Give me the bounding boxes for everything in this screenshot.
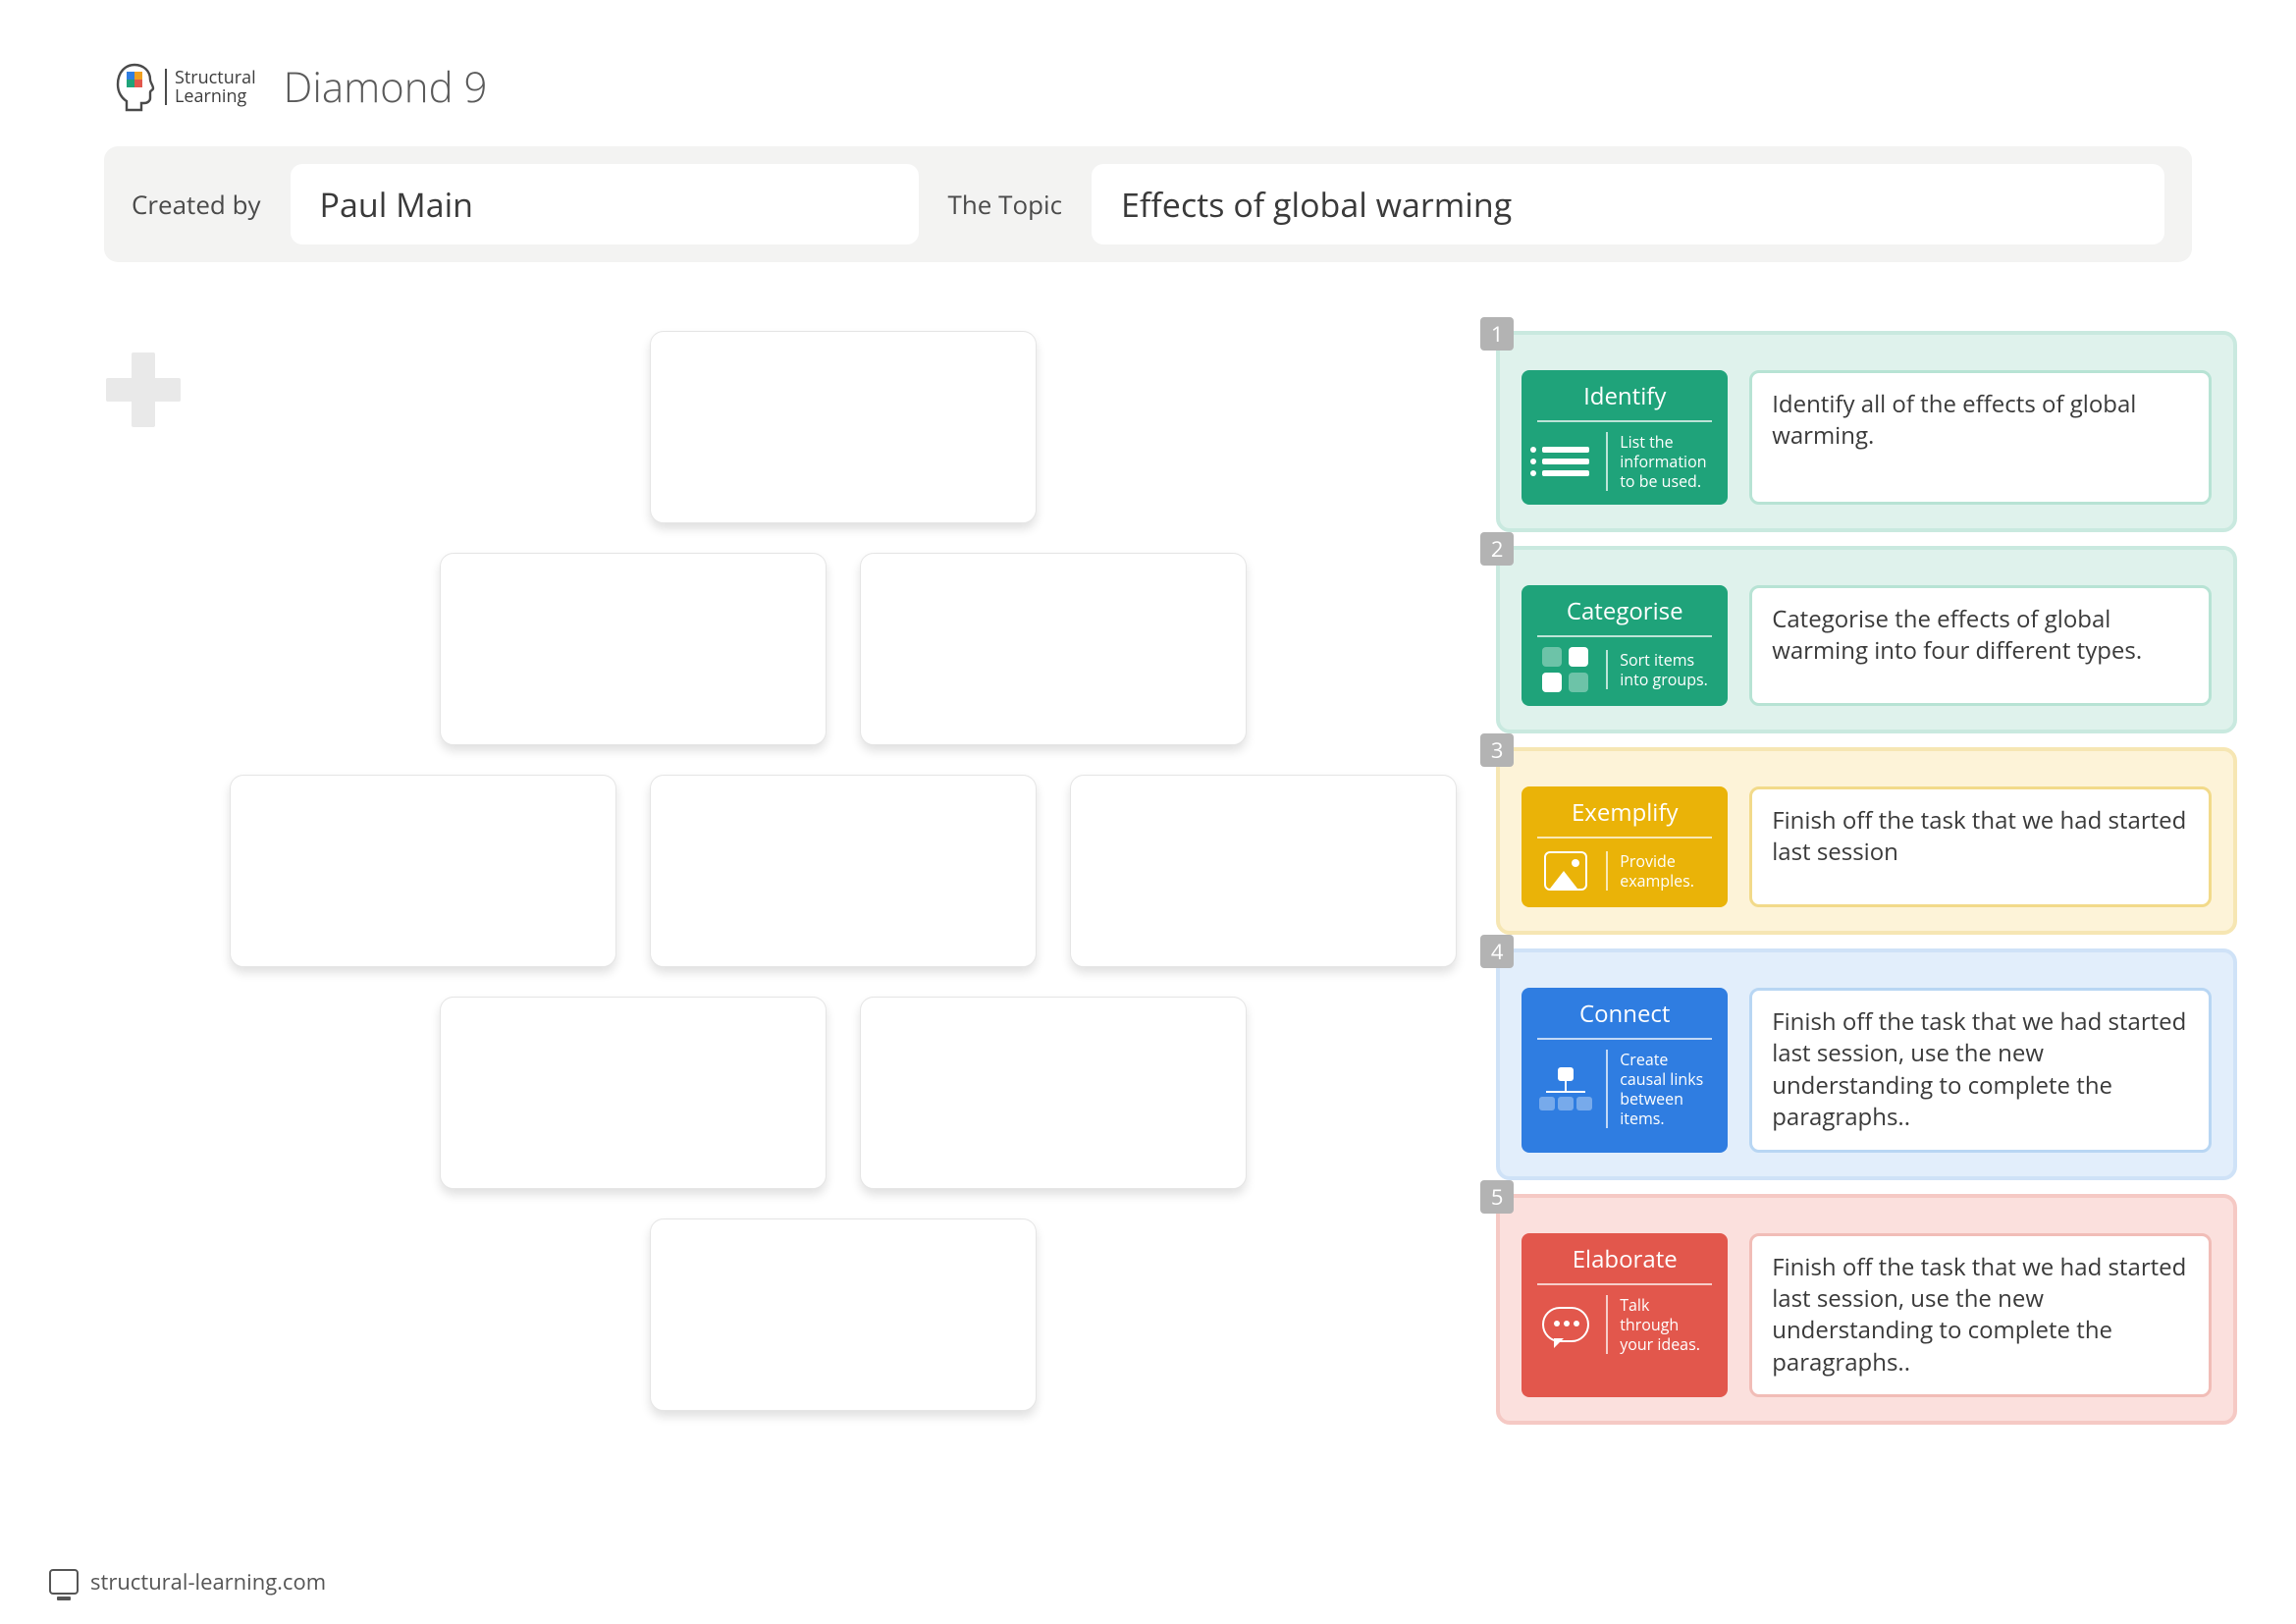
grid-icon bbox=[1539, 647, 1592, 692]
diamond-card[interactable] bbox=[650, 331, 1037, 523]
step-text[interactable]: Finish off the task that we had started … bbox=[1749, 1233, 2212, 1398]
page-title: Diamond 9 bbox=[284, 59, 488, 115]
step-exemplify: 3 Exemplify Provide examples. Finish off… bbox=[1496, 747, 2237, 935]
step-categorise: 2 Categorise Sort items into groups. Cat… bbox=[1496, 546, 2237, 733]
header-row: Structural Learning Diamond 9 bbox=[0, 0, 2296, 135]
step-name: Categorise bbox=[1537, 595, 1712, 637]
topic-field[interactable]: Effects of global warming bbox=[1092, 164, 2164, 244]
step-chip: Categorise Sort items into groups. bbox=[1522, 585, 1728, 706]
step-name: Identify bbox=[1537, 380, 1712, 422]
tree-icon bbox=[1539, 1066, 1592, 1111]
meta-bar: Created by Paul Main The Topic Effects o… bbox=[104, 146, 2192, 262]
created-by-label: Created by bbox=[132, 187, 261, 222]
step-number: 5 bbox=[1480, 1180, 1514, 1214]
image-icon bbox=[1539, 848, 1592, 893]
diamond-card[interactable] bbox=[1070, 775, 1457, 967]
step-number: 3 bbox=[1480, 733, 1514, 767]
step-hint: Sort items into groups. bbox=[1606, 650, 1710, 689]
step-connect: 4 Connect Create causal links between it… bbox=[1496, 948, 2237, 1180]
step-chip: Identify List the information to be used… bbox=[1522, 370, 1728, 505]
step-number: 2 bbox=[1480, 532, 1514, 566]
step-elaborate: 5 Elaborate Talk through your ideas. Fin… bbox=[1496, 1194, 2237, 1426]
diamond-card[interactable] bbox=[860, 997, 1247, 1189]
monitor-icon bbox=[49, 1569, 79, 1595]
diamond-card[interactable] bbox=[650, 775, 1037, 967]
brand-logo: Structural Learning bbox=[112, 62, 256, 113]
diamond-card[interactable] bbox=[440, 997, 827, 1189]
step-hint: Talk through your ideas. bbox=[1606, 1295, 1710, 1354]
add-column bbox=[104, 331, 190, 1425]
step-chip: Connect Create causal links between item… bbox=[1522, 988, 1728, 1153]
step-chip: Elaborate Talk through your ideas. bbox=[1522, 1233, 1728, 1398]
step-hint: Provide examples. bbox=[1606, 851, 1710, 891]
footer-url: structural-learning.com bbox=[90, 1567, 326, 1597]
step-text[interactable]: Finish off the task that we had started … bbox=[1749, 988, 2212, 1153]
step-number: 4 bbox=[1480, 935, 1514, 968]
created-by-field[interactable]: Paul Main bbox=[291, 164, 919, 244]
step-text[interactable]: Identify all of the effects of global wa… bbox=[1749, 370, 2212, 505]
list-icon bbox=[1539, 439, 1592, 484]
step-number: 1 bbox=[1480, 317, 1514, 351]
step-hint: List the information to be used. bbox=[1606, 432, 1710, 491]
step-text[interactable]: Categorise the effects of global warming… bbox=[1749, 585, 2212, 706]
diamond-card[interactable] bbox=[860, 553, 1247, 745]
topic-label: The Topic bbox=[948, 187, 1063, 222]
step-hint: Create causal links between items. bbox=[1606, 1050, 1710, 1128]
steps-panel: 1 Identify List the information to be us… bbox=[1496, 331, 2237, 1425]
step-name: Elaborate bbox=[1537, 1243, 1712, 1285]
step-name: Exemplify bbox=[1537, 796, 1712, 839]
diamond-card[interactable] bbox=[230, 775, 616, 967]
logo-head-icon bbox=[112, 62, 157, 113]
step-name: Connect bbox=[1537, 998, 1712, 1040]
speech-icon bbox=[1539, 1302, 1592, 1347]
diamond-card[interactable] bbox=[650, 1218, 1037, 1411]
step-identify: 1 Identify List the information to be us… bbox=[1496, 331, 2237, 532]
main-area: 1 Identify List the information to be us… bbox=[0, 262, 2296, 1425]
diamond-grid bbox=[230, 331, 1457, 1425]
footer: structural-learning.com bbox=[49, 1567, 326, 1597]
brand-name: Structural Learning bbox=[165, 69, 256, 106]
diamond-card[interactable] bbox=[440, 553, 827, 745]
step-chip: Exemplify Provide examples. bbox=[1522, 786, 1728, 907]
plus-icon[interactable] bbox=[104, 351, 175, 421]
step-text[interactable]: Finish off the task that we had started … bbox=[1749, 786, 2212, 907]
